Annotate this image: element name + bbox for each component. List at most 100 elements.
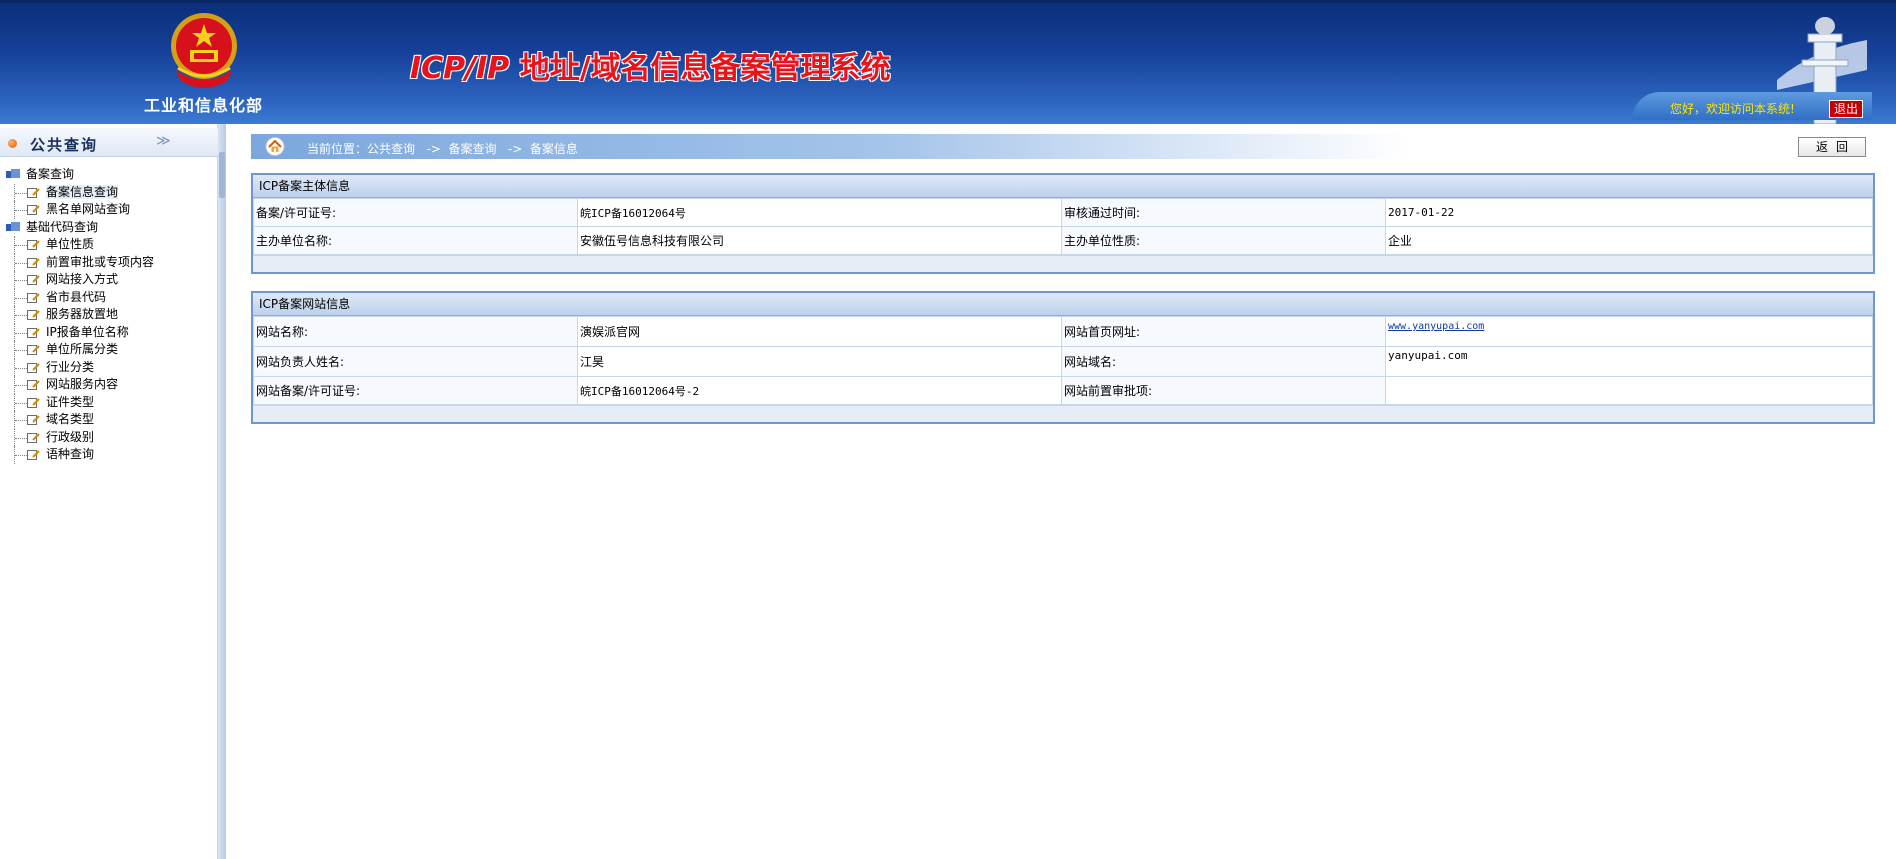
sidebar-title: 公共查询 (30, 136, 99, 154)
tree-group-base-code-query[interactable]: 基础代码查询 (0, 219, 218, 237)
field-label: 网站前置审批项: (1061, 376, 1386, 405)
tree-branch-line (14, 446, 27, 464)
tree-item-label: 证件类型 (46, 394, 95, 409)
welcome-text: 您好，欢迎访问本系统! (1670, 102, 1795, 116)
doc-edit-icon (27, 380, 40, 390)
panel-title: ICP备案网站信息 (253, 293, 1873, 316)
table-row: 网站名称: 演娱派官网 网站首页网址: www.yanyupai.com (253, 316, 1873, 347)
tree-group-items: 单位性质前置审批或专项内容 网站接入方式 省市县代码服务器放置地 IP报备单位名称 单位… (0, 236, 218, 464)
field-label: 备案/许可证号: (253, 198, 578, 227)
doc-edit-icon (27, 187, 40, 198)
tree-item-base-code[interactable]: 证件类型 (0, 393, 218, 411)
field-value: 江昊 (577, 346, 1062, 377)
sidebar: 公共查询 ≫ 备案查询 备案信息查询 黑名单网站查询 基础代码查询 单位性质前置… (0, 124, 218, 859)
tree-group-label: 备案查询 (26, 167, 75, 181)
system-title-cjk: 地址/域名信息备案管理系统 (509, 51, 891, 86)
tree-item-label: 网站接入方式 (46, 272, 119, 286)
tree-item-label: 行政级别 (46, 429, 95, 444)
website-info-panel: ICP备案网站信息 网站名称: 演娱派官网 网站首页网址: www.yanyup… (251, 291, 1875, 424)
field-value (1385, 376, 1873, 405)
tree-item-base-code[interactable]: 域名类型 (0, 411, 218, 429)
field-value: 演娱派官网 (577, 316, 1062, 347)
table-row: 网站负责人姓名: 江昊 网站域名: yanyupai.com (253, 346, 1873, 377)
tree-branch-line (14, 428, 27, 446)
tree-item-base-code[interactable]: 语种查询 (0, 446, 218, 464)
home-icon[interactable] (265, 137, 285, 156)
table-row: 备案/许可证号: 皖ICP备16012064号 审核通过时间: 2017-01-… (253, 198, 1873, 227)
doc-edit-icon (27, 292, 40, 303)
tree-group-label: 基础代码查询 (26, 219, 99, 234)
system-title-latin: ICP/IP (410, 51, 510, 86)
system-title: ICP/IP 地址/域名信息备案管理系统 (410, 43, 891, 87)
homepage-url-link[interactable]: www.yanyupai.com (1388, 321, 1484, 332)
splitter-handle[interactable] (219, 152, 225, 198)
tree-branch-line (14, 358, 27, 376)
logout-button[interactable]: 退出 (1829, 100, 1863, 118)
doc-edit-icon (27, 205, 40, 215)
tree-item-label: 前置审批或专项内容 (46, 254, 155, 269)
panel-footer (253, 405, 1873, 422)
sidebar-header: 公共查询 ≫ (0, 128, 218, 157)
tree-item-label: 省市县代码 (46, 289, 107, 304)
tree-branch-line (14, 306, 27, 324)
subject-info-panel: ICP备案主体信息 备案/许可证号: 皖ICP备16012064号 审核通过时间… (251, 173, 1875, 274)
nav-tree: 备案查询 备案信息查询 黑名单网站查询 基础代码查询 单位性质前置审批或专项内容… (0, 166, 218, 464)
tree-branch-line (14, 201, 27, 219)
tree-item-base-code[interactable]: 服务器放置地 (0, 306, 218, 324)
doc-edit-icon (27, 345, 40, 355)
table-row: 主办单位名称: 安徽伍号信息科技有限公司 主办单位性质: 企业 (253, 226, 1873, 255)
field-value: yanyupai.com (1385, 346, 1873, 377)
tree-item-base-code[interactable]: 前置审批或专项内容 (0, 253, 218, 271)
tree-branch-line (14, 288, 27, 306)
tree-group-record-query[interactable]: 备案查询 (0, 166, 218, 184)
doc-edit-icon (27, 257, 40, 268)
tree-item-base-code[interactable]: 行政级别 (0, 428, 218, 446)
field-label: 网站名称: (253, 316, 578, 347)
tree-item-label: 域名类型 (46, 412, 95, 426)
field-label: 网站负责人姓名: (253, 346, 578, 377)
doc-edit-icon (27, 327, 40, 338)
field-label: 主办单位名称: (253, 226, 578, 255)
tree-item-base-code[interactable]: 行业分类 (0, 358, 218, 376)
tree-branch-line (14, 253, 27, 271)
doc-edit-icon (27, 310, 40, 320)
tree-item-label: 服务器放置地 (46, 307, 119, 321)
doc-edit-icon (27, 275, 40, 285)
ministry-name: 工业和信息化部 (144, 96, 264, 115)
folder-group-icon (6, 169, 20, 178)
tree-item-label: 黑名单网站查询 (46, 202, 131, 216)
tree-branch-line (14, 341, 27, 359)
tree-item-base-code[interactable]: 单位所属分类 (0, 341, 218, 359)
field-value: www.yanyupai.com (1385, 316, 1873, 347)
panel-footer (253, 255, 1873, 272)
tree-item-base-code[interactable]: 网站接入方式 (0, 271, 218, 289)
tree-branch-line (14, 376, 27, 394)
field-label: 审核通过时间: (1061, 198, 1386, 227)
bullet-dot-icon (8, 139, 17, 148)
panel-title: ICP备案主体信息 (253, 175, 1873, 198)
collapse-chevron-icon[interactable]: ≫ (156, 133, 171, 149)
tree-branch-line (14, 271, 27, 289)
doc-edit-icon (27, 450, 40, 460)
field-label: 网站备案/许可证号: (253, 376, 578, 405)
subject-info-table: 备案/许可证号: 皖ICP备16012064号 审核通过时间: 2017-01-… (253, 198, 1873, 255)
tree-item-record-info-query[interactable]: 备案信息查询 (0, 183, 218, 201)
tree-item-blacklist-query[interactable]: 黑名单网站查询 (0, 201, 218, 219)
field-label: 网站首页网址: (1061, 316, 1386, 347)
field-label: 网站域名: (1061, 346, 1386, 377)
sidebar-splitter[interactable] (218, 124, 226, 859)
field-value: 安徽伍号信息科技有限公司 (577, 226, 1062, 255)
doc-edit-icon (27, 415, 40, 425)
tree-item-base-code[interactable]: IP报备单位名称 (0, 323, 218, 341)
field-value: 企业 (1385, 226, 1873, 255)
field-value: 皖ICP备16012064号 (577, 198, 1062, 227)
tree-item-label: 单位性质 (46, 237, 95, 251)
doc-edit-icon (27, 397, 40, 408)
back-button[interactable]: 返回 (1798, 137, 1866, 157)
tree-item-base-code[interactable]: 单位性质 (0, 236, 218, 254)
tree-item-base-code[interactable]: 网站服务内容 (0, 376, 218, 394)
doc-edit-icon (27, 432, 40, 443)
tree-item-label: 网站服务内容 (46, 377, 119, 391)
tree-branch-line (14, 183, 27, 201)
tree-item-base-code[interactable]: 省市县代码 (0, 288, 218, 306)
